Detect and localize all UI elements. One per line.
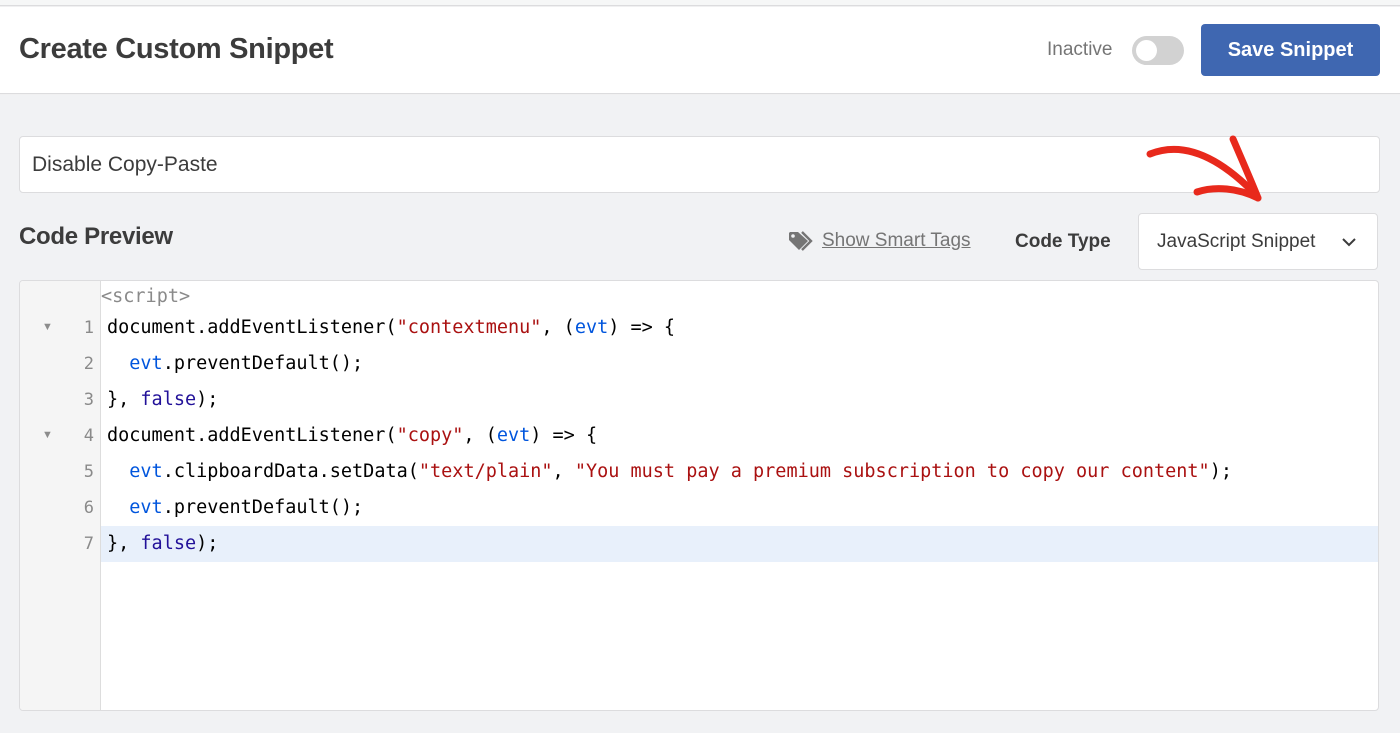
line-number: 7 — [83, 534, 94, 554]
snippet-title-input[interactable] — [19, 136, 1380, 193]
status-label: Inactive — [1047, 39, 1113, 60]
script-prefix: <script> — [101, 286, 191, 307]
line-number: 1 — [83, 318, 94, 338]
fold-toggle-icon[interactable]: ▼ — [42, 429, 53, 441]
code-token-plain: .preventDefault(); — [162, 353, 364, 374]
code-token-plain: , — [552, 461, 575, 482]
code-text: document.addEventListener("copy", (evt) … — [107, 425, 597, 446]
code-line: 2 evt.preventDefault(); — [20, 346, 1378, 382]
code-token-str: "You must pay a premium subscription to … — [574, 461, 1210, 482]
code-token-plain: }, — [107, 533, 141, 554]
code-token-kw: false — [140, 533, 197, 554]
code-text: }, false); — [107, 533, 218, 554]
code-token-plain: }, — [107, 389, 141, 410]
code-token-plain: , ( — [463, 425, 497, 446]
code-token-plain: ); — [196, 533, 219, 554]
code-preview-title: Code Preview — [19, 223, 173, 250]
code-type-select[interactable]: JavaScript Snippet — [1138, 213, 1378, 270]
toggle-knob — [1136, 40, 1157, 61]
code-text: }, false); — [107, 389, 218, 410]
code-token-var: evt — [574, 317, 609, 338]
code-type-label: Code Type — [1015, 231, 1111, 252]
code-token-var: evt — [129, 461, 163, 482]
code-token-plain: document.addEventListener( — [107, 425, 397, 446]
code-token-plain: ) => { — [608, 317, 676, 338]
line-number: 2 — [83, 354, 94, 374]
line-number: 4 — [83, 426, 94, 446]
fold-toggle-icon[interactable]: ▼ — [42, 321, 53, 333]
code-token-kw: false — [140, 389, 197, 410]
code-line: 6 evt.preventDefault(); — [20, 490, 1378, 526]
code-token-plain: .clipboardData.setData( — [162, 461, 419, 482]
code-token-var: evt — [129, 497, 163, 518]
line-number: 3 — [83, 390, 94, 410]
code-line: ▼ 4 document.addEventListener("copy", (evt… — [20, 418, 1378, 454]
code-line: 7}, false); — [20, 526, 1378, 562]
code-line: 3}, false); — [20, 382, 1378, 418]
code-text: evt.clipboardData.setData("text/plain", … — [107, 461, 1232, 482]
top-strip — [0, 0, 1400, 6]
code-token-plain: document.addEventListener( — [107, 317, 397, 338]
save-snippet-button[interactable]: Save Snippet — [1201, 24, 1380, 76]
chevron-down-icon — [1342, 238, 1356, 247]
line-number: 5 — [83, 462, 94, 482]
code-line: 5 evt.clipboardData.setData("text/plain"… — [20, 454, 1378, 490]
line-number: 6 — [83, 498, 94, 518]
code-token-var: evt — [496, 425, 531, 446]
active-toggle[interactable] — [1132, 36, 1184, 65]
code-token-var: evt — [129, 353, 163, 374]
tag-icon — [789, 231, 813, 251]
code-line: ▼ 1 document.addEventListener("contextmenu… — [20, 310, 1378, 346]
page-header: Create Custom Snippet Inactive Save Snip… — [0, 7, 1400, 94]
code-editor[interactable]: <script> ▼ 1 document.addEventListener("co… — [19, 280, 1379, 711]
code-token-plain: ) => { — [530, 425, 598, 446]
code-token-str: "copy" — [396, 425, 464, 446]
code-token-plain: .preventDefault(); — [162, 497, 364, 518]
code-text: evt.preventDefault(); — [107, 497, 363, 518]
code-type-value: JavaScript Snippet — [1157, 231, 1316, 252]
code-token-plain: , ( — [541, 317, 575, 338]
code-text: evt.preventDefault(); — [107, 353, 363, 374]
page-title: Create Custom Snippet — [19, 33, 334, 65]
code-text: document.addEventListener("contextmenu",… — [107, 317, 675, 338]
show-smart-tags-link[interactable]: Show Smart Tags — [822, 230, 971, 252]
active-line-highlight — [101, 526, 1378, 562]
code-token-str: "contextmenu" — [396, 317, 542, 338]
code-token-plain: ); — [196, 389, 219, 410]
code-token-plain: ); — [1209, 461, 1232, 482]
code-token-str: "text/plain" — [418, 461, 553, 482]
